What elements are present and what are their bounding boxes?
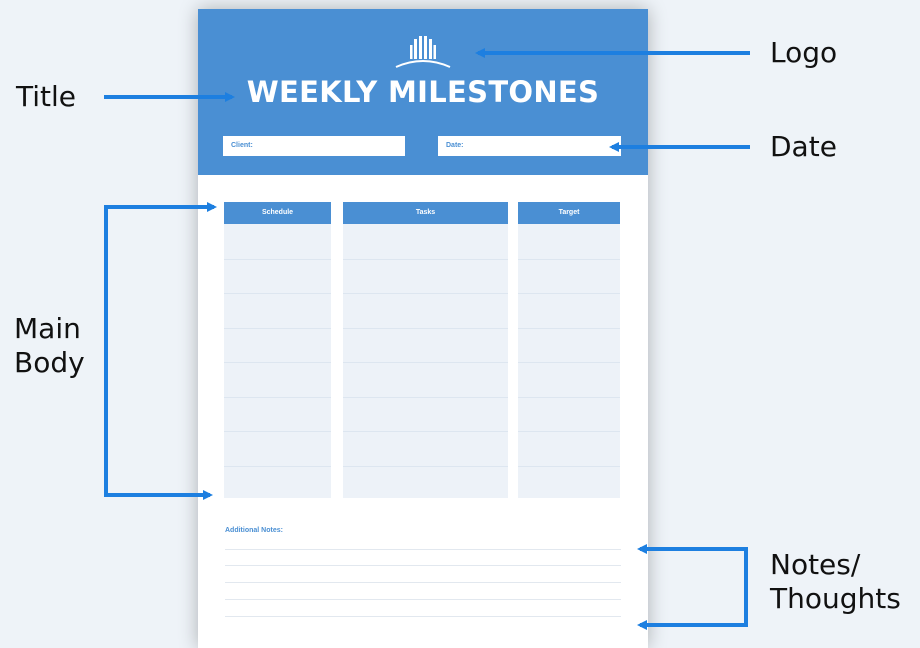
notes-bracket [637,547,748,630]
row-divider [518,465,620,467]
row-divider [224,327,331,329]
row-divider [224,293,331,294]
target-column-header: Target [518,202,620,224]
client-field: Client: [223,136,405,156]
callout-main-body: Main Body [14,312,85,379]
callout-date: Date [770,130,837,163]
callout-notes-line2: Thoughts [770,581,901,615]
note-line [225,599,621,600]
row-divider [518,396,620,398]
schedule-column: Schedule [224,202,331,498]
callout-logo: Logo [770,36,838,69]
date-field: Date: [438,136,621,156]
callout-notes-line1: Notes/ [770,548,861,581]
callout-main-body-line2: Body [14,345,85,379]
callout-notes: Notes/ Thoughts [770,548,901,615]
note-line [225,616,621,617]
tasks-column-header: Tasks [343,202,508,224]
row-divider [343,293,508,294]
callout-title: Title [16,80,77,113]
row-divider [343,327,508,329]
row-divider [343,362,508,363]
sheet-title: WEEKLY MILESTONES [246,75,600,109]
row-divider [518,327,620,329]
row-divider [343,431,508,432]
tasks-column: Tasks [343,202,508,498]
row-divider [518,293,620,294]
note-line [225,549,621,550]
row-divider [518,258,620,260]
target-column-body [518,224,620,498]
tasks-column-body [343,224,508,498]
row-divider [224,465,331,467]
main-body-bracket [104,205,213,500]
row-divider [343,465,508,467]
row-divider [518,362,620,363]
row-divider [224,258,331,260]
row-divider [224,362,331,363]
template-sheet: WEEKLY MILESTONES Client: Date: Schedule… [198,9,648,648]
row-divider [518,431,620,432]
schedule-column-header: Schedule [224,202,331,224]
note-line [225,582,621,583]
target-column: Target [518,202,620,498]
row-divider [343,258,508,260]
row-divider [343,396,508,398]
building-logo-icon [395,36,451,68]
sheet-header: WEEKLY MILESTONES Client: Date: [198,9,648,175]
row-divider [224,431,331,432]
note-line [225,565,621,566]
schedule-column-body [224,224,331,498]
notes-label: Additional Notes: [225,527,283,534]
callout-main-body-line1: Main [14,312,81,345]
row-divider [224,396,331,398]
